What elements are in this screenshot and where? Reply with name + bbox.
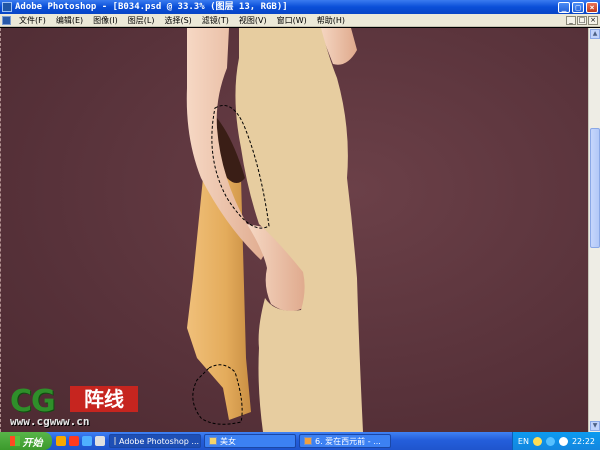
doc-close-button[interactable]: × (588, 15, 598, 25)
minimize-button[interactable]: _ (558, 1, 570, 13)
doc-minimize-button[interactable]: _ (566, 15, 576, 25)
menu-edit[interactable]: 编辑(E) (51, 14, 88, 27)
maximize-button[interactable]: □ (572, 1, 584, 13)
photoshop-task-icon (114, 437, 116, 445)
language-indicator[interactable]: EN (518, 437, 529, 446)
figure-artwork (186, 28, 363, 432)
menu-view[interactable]: 视图(V) (234, 14, 272, 27)
menu-file[interactable]: 文件(F) (14, 14, 51, 27)
quick-launch (56, 436, 105, 446)
taskbar: 开始 Adobe Photoshop ... 美女 6. 爱在西元前 - ...… (0, 432, 600, 450)
volume-icon[interactable] (558, 436, 568, 446)
media-icon[interactable] (69, 436, 79, 446)
task-music[interactable]: 6. 爱在西元前 - ... (299, 434, 391, 448)
doc-restore-button[interactable]: □ (577, 15, 587, 25)
start-button[interactable]: 开始 (0, 432, 52, 450)
menu-image[interactable]: 图像(I) (88, 14, 123, 27)
scroll-down-arrow-icon[interactable]: ▼ (590, 421, 600, 431)
task-label: 6. 爱在西元前 - ... (315, 436, 381, 446)
title-bar: Adobe Photoshop - [B034.psd @ 33.3% (图层 … (0, 0, 600, 14)
vertical-scrollbar[interactable]: ▲ ▼ (588, 28, 600, 432)
task-folder[interactable]: 美女 (204, 434, 296, 448)
menu-layer[interactable]: 图层(L) (123, 14, 160, 27)
document-icon[interactable] (2, 15, 11, 25)
window-title: Adobe Photoshop - [B034.psd @ 33.3% (图层 … (15, 2, 288, 12)
windows-logo-icon (9, 436, 20, 446)
close-button[interactable]: × (586, 1, 598, 13)
menu-window[interactable]: 窗口(W) (272, 14, 312, 27)
window-controls: _ □ × (558, 1, 598, 13)
menu-help[interactable]: 帮助(H) (312, 14, 350, 27)
task-photoshop[interactable]: Adobe Photoshop ... (109, 434, 201, 448)
logo-letters: CG (10, 384, 56, 419)
start-label: 开始 (22, 437, 43, 449)
task-label: Adobe Photoshop ... (119, 436, 200, 446)
scroll-thumb[interactable] (590, 128, 600, 248)
firefox-icon[interactable] (56, 436, 66, 446)
help-icon[interactable] (532, 436, 542, 446)
ie-icon[interactable] (82, 436, 92, 446)
scroll-up-arrow-icon[interactable]: ▲ (590, 29, 600, 39)
folder-icon (209, 437, 217, 445)
photoshop-icon (2, 2, 12, 12)
menu-filter[interactable]: 滤镜(T) (197, 14, 234, 27)
system-tray: EN 22:22 (511, 432, 600, 450)
network-icon[interactable] (545, 436, 555, 446)
logo-url: www.cgwww.cn (10, 415, 90, 428)
logo-chinese: 阵线 (70, 386, 138, 412)
menu-select[interactable]: 选择(S) (159, 14, 196, 27)
menu-bar: 文件(F) 编辑(E) 图像(I) 图层(L) 选择(S) 滤镜(T) 视图(V… (0, 14, 600, 27)
music-player-icon (304, 437, 312, 445)
document-canvas[interactable] (0, 28, 588, 432)
clock: 22:22 (571, 436, 595, 446)
document-controls: _ □ × (566, 15, 598, 25)
task-label: 美女 (220, 436, 236, 446)
desktop-icon[interactable] (95, 436, 105, 446)
watermark-logo: CG 阵线 www.cgwww.cn (8, 384, 140, 432)
